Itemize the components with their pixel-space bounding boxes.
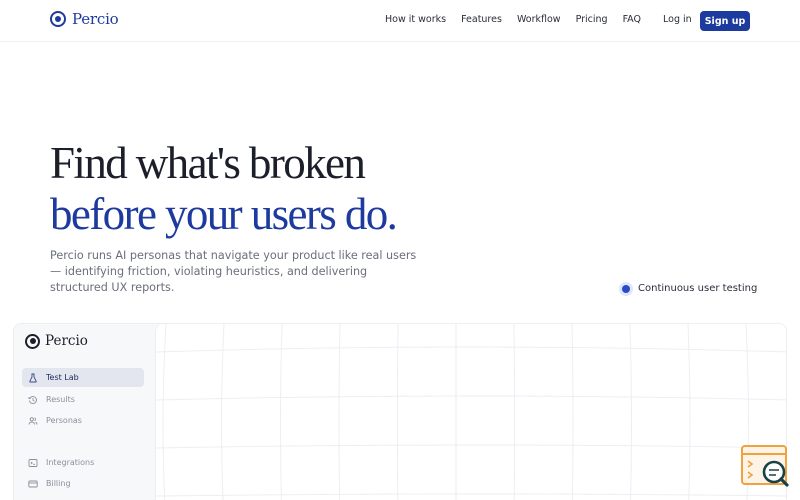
status-badge-label: Continuous user testing [638,283,758,294]
status-badge: Continuous user testing [622,283,757,294]
users-icon [28,416,38,426]
sidebar-item-label: Billing [46,479,71,488]
sidebar-item-label: Personas [46,416,82,425]
eye-logo-icon [25,333,40,349]
hero-subtitle: Percio runs AI personas that navigate yo… [50,248,417,296]
history-icon [28,395,38,405]
nav-link-how-it-works[interactable]: How it works [385,14,446,25]
app-brand-logo[interactable]: Percio [25,333,88,349]
brand-logo[interactable]: Percio [50,10,119,28]
flask-icon [28,373,38,383]
hero-subtitle-line: Percio runs AI personas that navigate yo… [50,249,417,262]
nav-links: How it works Features Workflow Pricing F… [385,14,641,25]
sidebar-item-integrations[interactable]: Integrations [22,453,144,472]
sidebar-item-label: Integrations [46,458,95,467]
sidebar-item-personas[interactable]: Personas [22,411,144,430]
canvas-grid [156,324,786,500]
login-link[interactable]: Log in [663,14,692,25]
app-brand-name: Percio [45,333,88,349]
hero-subtitle-line: — identifying friction, violating heuris… [50,265,368,278]
sidebar-item-label: Test Lab [46,373,79,382]
integrations-icon [28,458,38,468]
hero-heading-line1: Find what's broken [50,138,366,188]
eye-logo-icon [50,11,66,27]
nav-link-faq[interactable]: FAQ [623,14,641,25]
credit-card-icon [28,479,38,489]
test-lab-canvas[interactable] [155,324,786,500]
ux-inspect-widget[interactable] [741,444,791,490]
app-preview: Percio Test Lab Results Personas Integra… [13,323,787,500]
sidebar-item-results[interactable]: Results [22,390,144,409]
app-sidebar: Percio Test Lab Results Personas Integra… [14,324,154,500]
nav-link-workflow[interactable]: Workflow [517,14,561,25]
hero-subtitle-line: structured UX reports. [50,281,175,294]
sidebar-item-billing[interactable]: Billing [22,474,144,493]
sidebar-item-test-lab[interactable]: Test Lab [22,368,144,387]
brand-name: Percio [72,10,119,28]
nav-link-pricing[interactable]: Pricing [576,14,608,25]
hero-heading-line2: before your users do. [50,189,398,239]
top-navbar: Percio How it works Features Workflow Pr… [0,0,800,42]
browser-search-icon [741,445,789,487]
nav-link-features[interactable]: Features [461,14,502,25]
signup-button[interactable]: Sign up [700,11,750,31]
sidebar-item-label: Results [46,395,75,404]
status-dot-icon [622,284,630,293]
